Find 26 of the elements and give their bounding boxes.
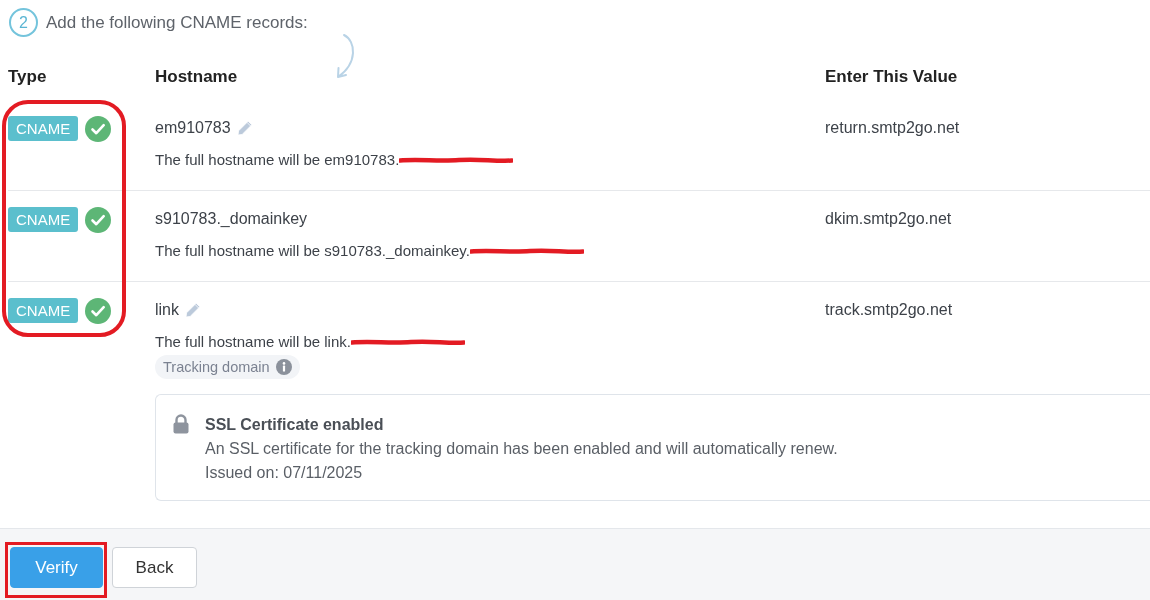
ssl-issued-date: Issued on: 07/11/2025 — [205, 463, 364, 483]
record-value-text: track.smtp2go.net — [825, 301, 953, 318]
hostname-text: s910783._domainkey — [155, 209, 308, 229]
record-value-text: return.smtp2go.net — [825, 119, 960, 136]
full-hostname-text: The full hostname will be em910783. — [155, 150, 400, 170]
column-header: Type — [8, 66, 48, 88]
full-hostname-text: The full hostname will be s910783._domainkey. — [155, 241, 470, 261]
ssl-description: An SSL certificate for the tracking domain has been enabled and will automatically renew. — [205, 439, 838, 459]
ssl-title: SSL Certificate enabled — [205, 415, 385, 435]
hostname-text: link — [155, 300, 179, 320]
record-type-badge: CNAME — [8, 116, 79, 141]
pencil-icon[interactable] — [185, 302, 201, 318]
hostname-text: em910783 — [155, 118, 231, 138]
pencil-icon[interactable] — [236, 120, 253, 136]
record-type-badge: CNAME — [8, 298, 79, 323]
step-title: Add the following CNAME records: — [46, 11, 308, 34]
tag-label: Tracking domain — [163, 359, 270, 375]
full-hostname-text: The full hostname will be link. — [155, 332, 351, 352]
step-number: 2 — [9, 8, 38, 37]
back-button[interactable]: Back — [112, 547, 197, 588]
info-icon[interactable] — [275, 359, 292, 375]
column-header: Hostname — [155, 66, 239, 88]
column-header: Enter This Value — [825, 66, 959, 88]
record-type-badge: CNAME — [8, 207, 79, 232]
record-value-text: dkim.smtp2go.net — [825, 210, 952, 227]
lock-icon — [173, 414, 189, 434]
